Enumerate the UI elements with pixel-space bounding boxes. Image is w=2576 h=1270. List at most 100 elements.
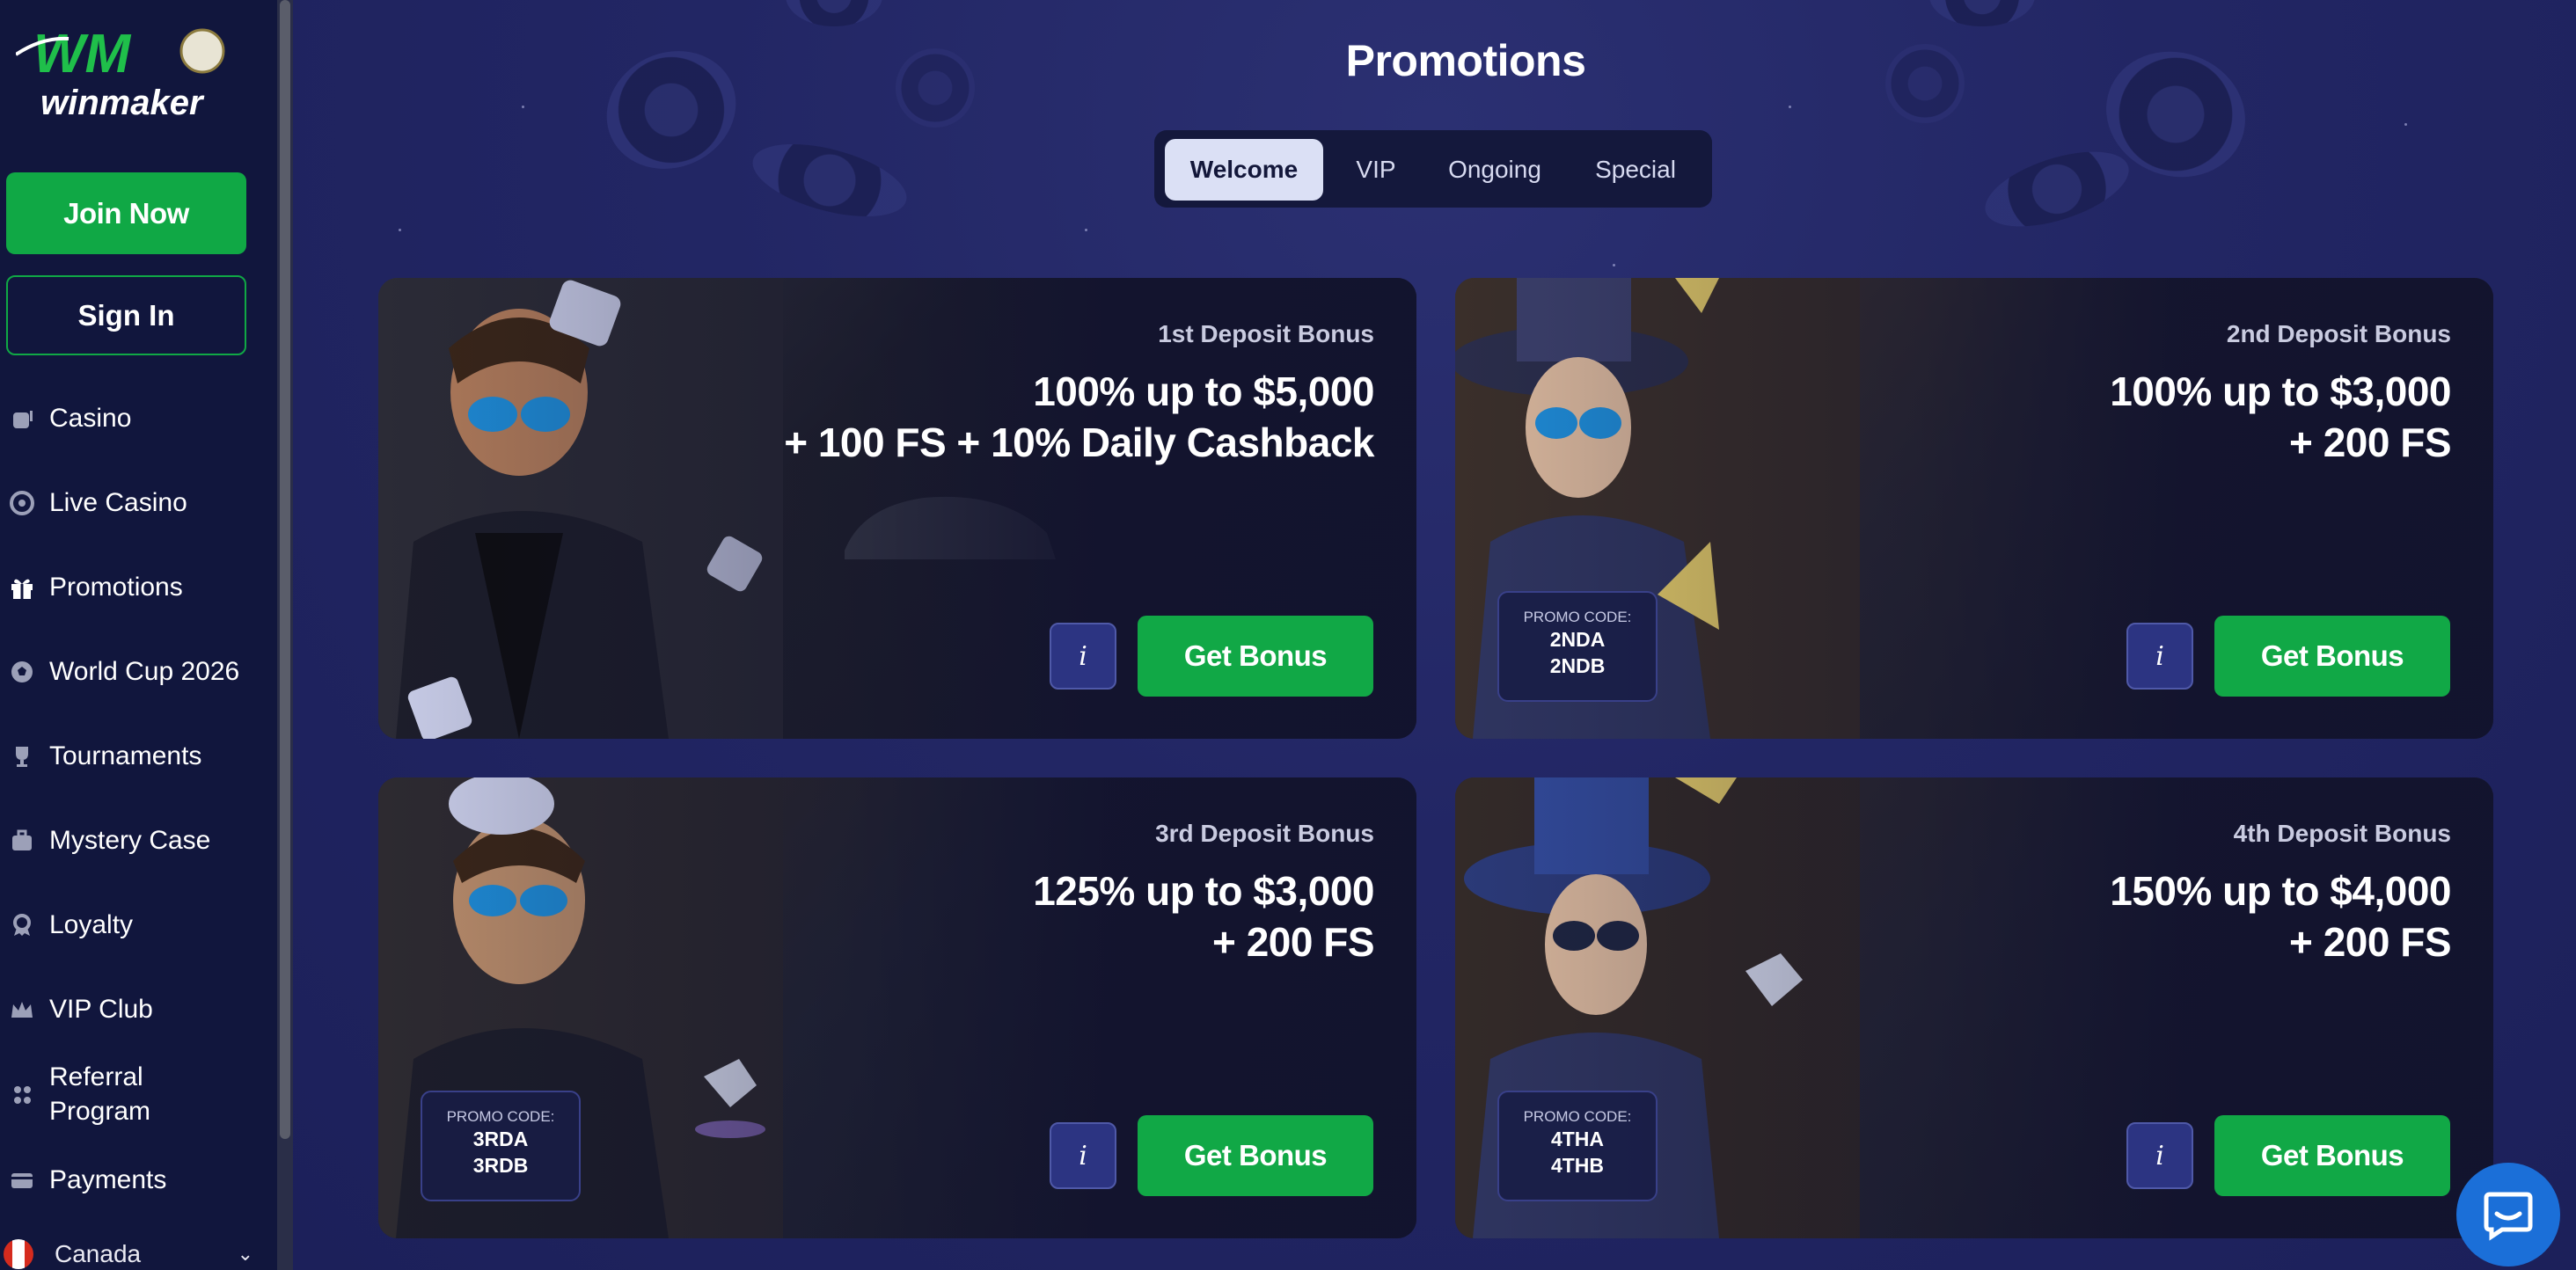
gift-icon <box>5 571 39 604</box>
star-decoration <box>1085 229 1087 231</box>
promo-card: PROMO CODE: 2NDA 2NDB 2nd Deposit Bonus … <box>1455 278 2493 739</box>
sidebar-item-label: Payments <box>49 1165 167 1194</box>
referral-label-block: Referral Program <box>49 1060 150 1128</box>
tab-welcome[interactable]: Welcome <box>1165 139 1323 201</box>
bonus-offer-line2: + 100 FS + 10% Daily Cashback <box>784 420 1374 465</box>
main-content: Promotions Welcome VIP Ongoing Special 1… <box>293 0 2576 1270</box>
roulette-icon <box>5 486 39 520</box>
sidebar-scrollbar-thumb[interactable] <box>280 0 290 1139</box>
get-bonus-button[interactable]: Get Bonus <box>1138 1115 1373 1196</box>
star-decoration <box>1789 106 1791 108</box>
get-bonus-button[interactable]: Get Bonus <box>1138 616 1373 697</box>
promo-code-value: 4THA <box>1550 1128 1605 1150</box>
winmaker-logo[interactable]: WM winmaker <box>14 19 245 123</box>
sidebar-item-loyalty[interactable]: Loyalty <box>0 908 264 942</box>
sidebar-item-label: Casino <box>49 404 132 433</box>
card-icon <box>5 1164 39 1197</box>
sidebar-item-casino[interactable]: Casino <box>0 401 264 435</box>
bonus-offer-line2: + 200 FS <box>1212 919 1374 965</box>
bonus-subtitle: 4th Deposit Bonus <box>2233 820 2451 847</box>
star-decoration <box>1613 264 1615 266</box>
sidebar-item-referral[interactable]: Referral Program <box>0 1060 264 1128</box>
promo-card: PROMO CODE: 4THA 4THB 4th Deposit Bonus … <box>1455 777 2493 1238</box>
info-button[interactable]: i <box>2126 1122 2193 1189</box>
promo-tabs: Welcome VIP Ongoing Special <box>1154 130 1712 208</box>
live-chat-button[interactable] <box>2456 1163 2560 1266</box>
star-decoration <box>2404 123 2407 126</box>
promo-card: PROMO CODE: 3RDA 3RDB 3rd Deposit Bonus … <box>378 777 1416 1238</box>
bonus-offer: 150% up to $4,000 + 200 FS <box>2110 865 2451 967</box>
soccer-ball-icon <box>5 655 39 689</box>
promo-code-badge: PROMO CODE: 3RDA 3RDB <box>421 1091 581 1201</box>
slot-machine-icon <box>5 402 39 435</box>
star-decoration <box>522 106 524 108</box>
svg-text:winmaker: winmaker <box>40 84 205 122</box>
chevron-down-icon: ⌄ <box>237 1243 253 1265</box>
sidebar: WM winmaker Join Now Sign In Casino Live… <box>0 0 293 1270</box>
country-selector[interactable]: Canada ⌄ <box>0 1238 273 1270</box>
bonus-offer: 125% up to $3,000 + 200 FS <box>1033 865 1374 967</box>
join-now-button[interactable]: Join Now <box>6 172 246 254</box>
promo-code-value: 4THB <box>1550 1154 1605 1177</box>
bonus-subtitle: 1st Deposit Bonus <box>1158 320 1374 347</box>
country-label: Canada <box>55 1240 142 1267</box>
poker-chip-decoration <box>745 129 914 231</box>
sidebar-item-label: Mystery Case <box>49 826 211 855</box>
sidebar-item-label: Promotions <box>49 573 183 602</box>
sidebar-item-label: World Cup 2026 <box>49 657 240 686</box>
sidebar-item-label: Loyalty <box>49 910 134 939</box>
sidebar-item-tournaments[interactable]: Tournaments <box>0 739 264 773</box>
sidebar-item-payments[interactable]: Payments <box>0 1163 264 1197</box>
bonus-offer-line1: 150% up to $4,000 <box>2110 868 2451 914</box>
poker-chip-decoration <box>1929 0 2035 26</box>
info-button[interactable]: i <box>1050 623 1116 690</box>
bonus-offer: 100% up to $5,000 + 100 FS + 10% Daily C… <box>784 366 1374 468</box>
medal-icon <box>5 909 39 942</box>
info-button[interactable]: i <box>2126 623 2193 690</box>
canada-flag-icon <box>4 1239 33 1269</box>
bonus-subtitle: 3rd Deposit Bonus <box>1155 820 1374 847</box>
sidebar-item-label: Tournaments <box>49 741 202 770</box>
sidebar-item-live-casino[interactable]: Live Casino <box>0 485 264 520</box>
star-decoration <box>399 229 401 231</box>
get-bonus-button[interactable]: Get Bonus <box>2214 616 2450 697</box>
tab-ongoing[interactable]: Ongoing <box>1429 139 1561 201</box>
info-button[interactable]: i <box>1050 1122 1116 1189</box>
sidebar-item-label: Referral <box>49 1062 143 1091</box>
promo-code-value: 2NDB <box>1549 654 1606 677</box>
poker-chip-decoration <box>1885 44 1965 123</box>
promo-code-label: PROMO CODE: <box>1523 609 1632 625</box>
sidebar-item-label-line2: Program <box>49 1097 151 1126</box>
tab-special[interactable]: Special <box>1570 139 1701 201</box>
crown-icon <box>5 993 39 1026</box>
bonus-offer-line1: 100% up to $3,000 <box>2110 369 2451 414</box>
bonus-subtitle: 2nd Deposit Bonus <box>2226 320 2451 347</box>
poker-chip-decoration <box>786 0 882 26</box>
promo-card: 1st Deposit Bonus 100% up to $5,000 + 10… <box>378 278 1416 739</box>
page-title: Promotions <box>1345 36 1586 85</box>
promo-code-value: 2NDA <box>1549 628 1606 651</box>
promo-code-label: PROMO CODE: <box>446 1108 555 1125</box>
briefcase-icon <box>5 824 39 858</box>
users-icon <box>5 1077 39 1111</box>
promo-code-value: 3RDA <box>472 1128 529 1150</box>
sidebar-item-label: VIP Club <box>49 995 153 1024</box>
bonus-offer-line1: 125% up to $3,000 <box>1033 868 1374 914</box>
sidebar-item-label: Live Casino <box>49 488 187 517</box>
chat-bubble-icon <box>2484 1192 2533 1241</box>
promo-code-label: PROMO CODE: <box>1523 1108 1632 1125</box>
poker-chip-decoration <box>896 48 975 128</box>
sidebar-item-world-cup[interactable]: World Cup 2026 <box>0 654 264 689</box>
bonus-offer-line2: + 200 FS <box>2289 420 2451 465</box>
promo-code-value: 3RDB <box>472 1154 529 1177</box>
tab-vip[interactable]: VIP <box>1332 139 1420 201</box>
get-bonus-button[interactable]: Get Bonus <box>2214 1115 2450 1196</box>
sidebar-item-vip-club[interactable]: VIP Club <box>0 992 264 1026</box>
bonus-offer-line2: + 200 FS <box>2289 919 2451 965</box>
sidebar-item-mystery-case[interactable]: Mystery Case <box>0 823 264 858</box>
promo-code-badge: PROMO CODE: 4THA 4THB <box>1497 1091 1658 1201</box>
bonus-offer: 100% up to $3,000 + 200 FS <box>2110 366 2451 468</box>
promo-code-badge: PROMO CODE: 2NDA 2NDB <box>1497 591 1658 702</box>
sign-in-button[interactable]: Sign In <box>6 275 246 355</box>
sidebar-item-promotions[interactable]: Promotions <box>0 570 264 604</box>
